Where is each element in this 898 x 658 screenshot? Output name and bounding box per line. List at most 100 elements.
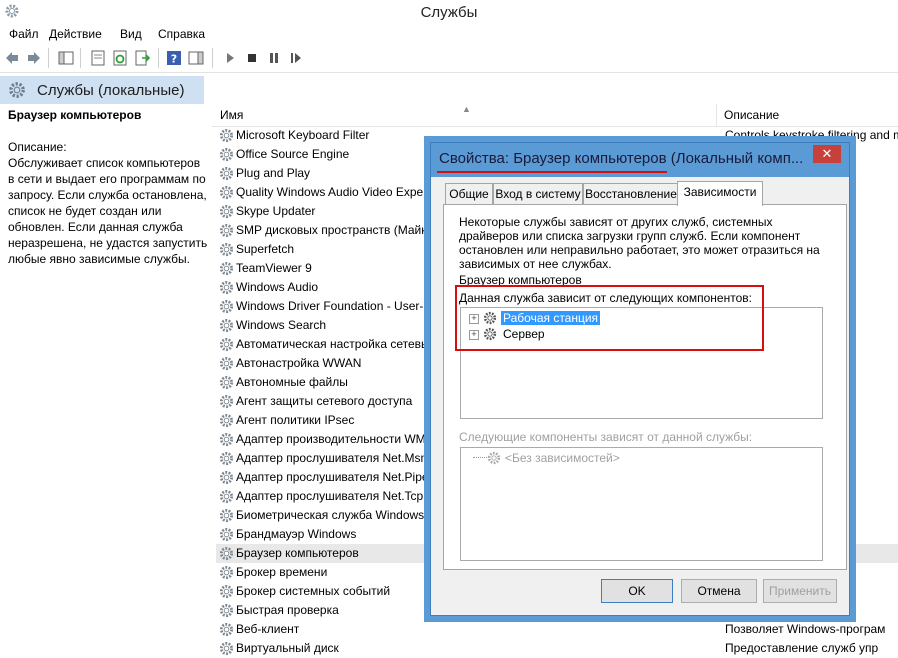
service-gear-icon <box>219 603 234 618</box>
service-gear-icon <box>219 147 234 162</box>
service-name-cell: Office Source Engine <box>236 147 350 161</box>
tab-logon[interactable]: Вход в систему <box>493 183 583 204</box>
service-gear-icon <box>219 337 234 352</box>
dependents-tree[interactable]: <Без зависимостей> <box>460 447 823 561</box>
service-name-cell: Windows Driver Foundation - User-m <box>236 299 426 313</box>
menu-file[interactable]: Файл <box>9 27 39 41</box>
service-gear-icon <box>219 356 234 371</box>
service-name-cell: SMP дисковых пространств (Майкр <box>236 223 426 237</box>
service-name-cell: Адаптер прослушивателя Net.Msm <box>236 451 426 465</box>
tab-recovery[interactable]: Восстановление <box>583 183 679 204</box>
scope-header: Службы (локальные) <box>0 76 204 104</box>
service-gear-icon <box>219 451 234 466</box>
service-gear-icon <box>219 622 234 637</box>
stop-service-icon[interactable] <box>244 50 260 66</box>
column-divider[interactable] <box>716 104 717 126</box>
red-box-annotation <box>455 285 764 351</box>
window-title: Службы <box>420 4 478 21</box>
service-gear-icon <box>219 527 234 542</box>
services-gear-icon <box>9 82 25 98</box>
service-gear-icon <box>219 432 234 447</box>
service-gear-icon <box>219 242 234 257</box>
service-name-cell: Superfetch <box>236 242 295 256</box>
table-row[interactable]: Виртуальный диск Предоставление служб упр <box>216 639 898 658</box>
selected-service-name: Браузер компьютеров <box>8 108 142 122</box>
service-gear-icon <box>219 204 234 219</box>
service-name-cell: Быстрая проверка <box>236 603 339 617</box>
service-name-cell: Веб-клиент <box>236 622 300 636</box>
refresh-icon[interactable] <box>112 50 128 66</box>
service-description-cell: Controls keystroke filtering and m <box>725 128 898 142</box>
service-gear-icon <box>219 128 234 143</box>
restart-service-icon[interactable] <box>288 50 304 66</box>
menu-help[interactable]: Справка <box>158 27 205 41</box>
service-gear-icon <box>219 641 234 656</box>
service-name-cell: Биометрическая служба Windows <box>236 508 425 522</box>
service-name-cell: Skype Updater <box>236 204 316 218</box>
service-gear-icon <box>219 565 234 580</box>
service-name-cell: Адаптер прослушивателя Net.Tcp <box>236 489 424 503</box>
service-gear-icon <box>219 375 234 390</box>
help-icon[interactable]: ? <box>166 50 182 66</box>
service-gear-icon <box>219 470 234 485</box>
tree-node-label: <Без зависимостей> <box>505 451 620 465</box>
dependents-label: Следующие компоненты зависят от данной с… <box>459 430 753 444</box>
extended-description-panel: Браузер компьютеров Описание: Обслуживае… <box>0 104 212 653</box>
service-name-cell: Windows Audio <box>236 280 319 294</box>
service-name-cell: Адаптер производительности WMI <box>236 432 426 446</box>
service-description: Обслуживает список компьютеров в сети и … <box>8 156 208 266</box>
service-gear-icon <box>219 413 234 428</box>
ok-button[interactable]: OK <box>601 579 673 603</box>
start-service-icon[interactable] <box>222 50 238 66</box>
properties-icon[interactable] <box>90 50 106 66</box>
tab-general[interactable]: Общие <box>445 183 493 204</box>
service-gear-icon <box>219 280 234 295</box>
toolbar: ? <box>0 44 898 73</box>
toolbar-separator <box>212 48 213 68</box>
list-header: Имя ▲ Описание <box>212 104 898 127</box>
service-name-cell: Агент защиты сетевого доступа <box>236 394 413 408</box>
service-gear-icon <box>219 584 234 599</box>
toolbar-separator <box>158 48 159 68</box>
column-description-header[interactable]: Описание <box>724 108 779 122</box>
table-row[interactable]: Веб-клиент Позволяет Windows-програм <box>216 620 898 639</box>
svg-text:?: ? <box>171 53 177 66</box>
tab-dependencies[interactable]: Зависимости <box>677 181 763 206</box>
service-gear-icon <box>219 261 234 276</box>
back-arrow-icon[interactable] <box>4 50 20 66</box>
export-list-icon[interactable] <box>134 50 150 66</box>
service-gear-icon <box>219 546 234 561</box>
service-name-cell: Агент политики IPsec <box>236 413 355 427</box>
column-name-header[interactable]: Имя <box>220 108 243 122</box>
service-name-cell: Брокер системных событий <box>236 584 391 598</box>
service-gear-icon <box>219 185 234 200</box>
console-tree-icon[interactable] <box>58 50 74 66</box>
service-name-cell: Адаптер прослушивателя Net.Pipe <box>236 470 426 484</box>
service-gear-icon <box>219 318 234 333</box>
tree-node-none: <Без зависимостей> <box>467 450 667 466</box>
properties-dialog: Свойства: Браузер компьютеров (Локальный… <box>430 142 850 616</box>
close-button[interactable]: ✕ <box>813 145 841 163</box>
menu-view[interactable]: Вид <box>120 27 142 41</box>
service-gear-icon <box>219 166 234 181</box>
menu-action[interactable]: Действие <box>49 27 102 41</box>
service-name-cell: Автономные файлы <box>236 375 348 389</box>
toolbar-separator <box>48 48 49 68</box>
dialog-titlebar[interactable]: Свойства: Браузер компьютеров (Локальный… <box>431 143 849 177</box>
red-underline-annotation <box>437 171 667 173</box>
action-pane-icon[interactable] <box>188 50 204 66</box>
toolbar-separator <box>80 48 81 68</box>
cancel-button[interactable]: Отмена <box>681 579 757 603</box>
forward-arrow-icon[interactable] <box>26 50 42 66</box>
service-gear-icon <box>219 489 234 504</box>
scope-title: Службы (локальные) <box>37 82 185 99</box>
description-label: Описание: <box>8 140 67 154</box>
apply-button[interactable]: Применить <box>763 579 837 603</box>
dependencies-panel: Некоторые службы зависят от других служб… <box>443 204 847 570</box>
pause-service-icon[interactable] <box>266 50 282 66</box>
dependencies-intro: Некоторые службы зависят от других служб… <box>459 215 820 271</box>
service-name-cell: Брокер времени <box>236 565 328 579</box>
service-gear-icon <box>487 451 501 465</box>
service-name-cell: Брандмауэр Windows <box>236 527 357 541</box>
service-gear-icon <box>219 508 234 523</box>
